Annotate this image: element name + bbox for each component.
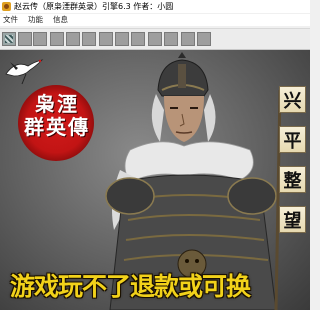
- toolbar-button-6[interactable]: [82, 32, 96, 46]
- refund-banner: 游戏玩不了退款或可换: [10, 272, 251, 301]
- side-button-3[interactable]: 整: [279, 166, 306, 193]
- toolbar-button-10[interactable]: [148, 32, 162, 46]
- toolbar-button-1[interactable]: [2, 32, 16, 46]
- toolbar-button-7[interactable]: [99, 32, 113, 46]
- toolbar-button-8[interactable]: [115, 32, 129, 46]
- toolbar: [0, 28, 310, 50]
- menu-file[interactable]: 文件: [3, 14, 18, 26]
- side-button-2[interactable]: 平: [279, 126, 306, 153]
- game-splash: 枭湮 群英傳 兴 平 整 望 游戏玩不了退款或可换: [0, 50, 310, 310]
- menu-bar: 文件 功能 信息: [0, 14, 310, 26]
- toolbar-button-12[interactable]: [181, 32, 195, 46]
- toolbar-button-11[interactable]: [164, 32, 178, 46]
- toolbar-button-4[interactable]: [50, 32, 64, 46]
- toolbar-button-3[interactable]: [33, 32, 47, 46]
- toolbar-button-2[interactable]: [18, 32, 32, 46]
- window-title: 赵云传（原枭湮群英录）引擎6.3 作者：小圆: [14, 2, 174, 11]
- title-bar[interactable]: 赵云传（原枭湮群英录）引擎6.3 作者：小圆: [0, 0, 310, 13]
- game-title-line2: 群英傳: [24, 115, 90, 139]
- app-window: 赵云传（原枭湮群英录）引擎6.3 作者：小圆 文件 功能 信息 枭湮 群英傳 兴…: [0, 0, 310, 310]
- app-icon[interactable]: [2, 2, 11, 11]
- menu-function[interactable]: 功能: [28, 14, 43, 26]
- toolbar-button-13[interactable]: [197, 32, 211, 46]
- menu-info[interactable]: 信息: [53, 14, 68, 26]
- side-button-4[interactable]: 望: [279, 206, 306, 233]
- side-button-1[interactable]: 兴: [279, 86, 306, 113]
- toolbar-button-5[interactable]: [66, 32, 80, 46]
- toolbar-button-9[interactable]: [131, 32, 145, 46]
- crane-icon: [5, 59, 44, 85]
